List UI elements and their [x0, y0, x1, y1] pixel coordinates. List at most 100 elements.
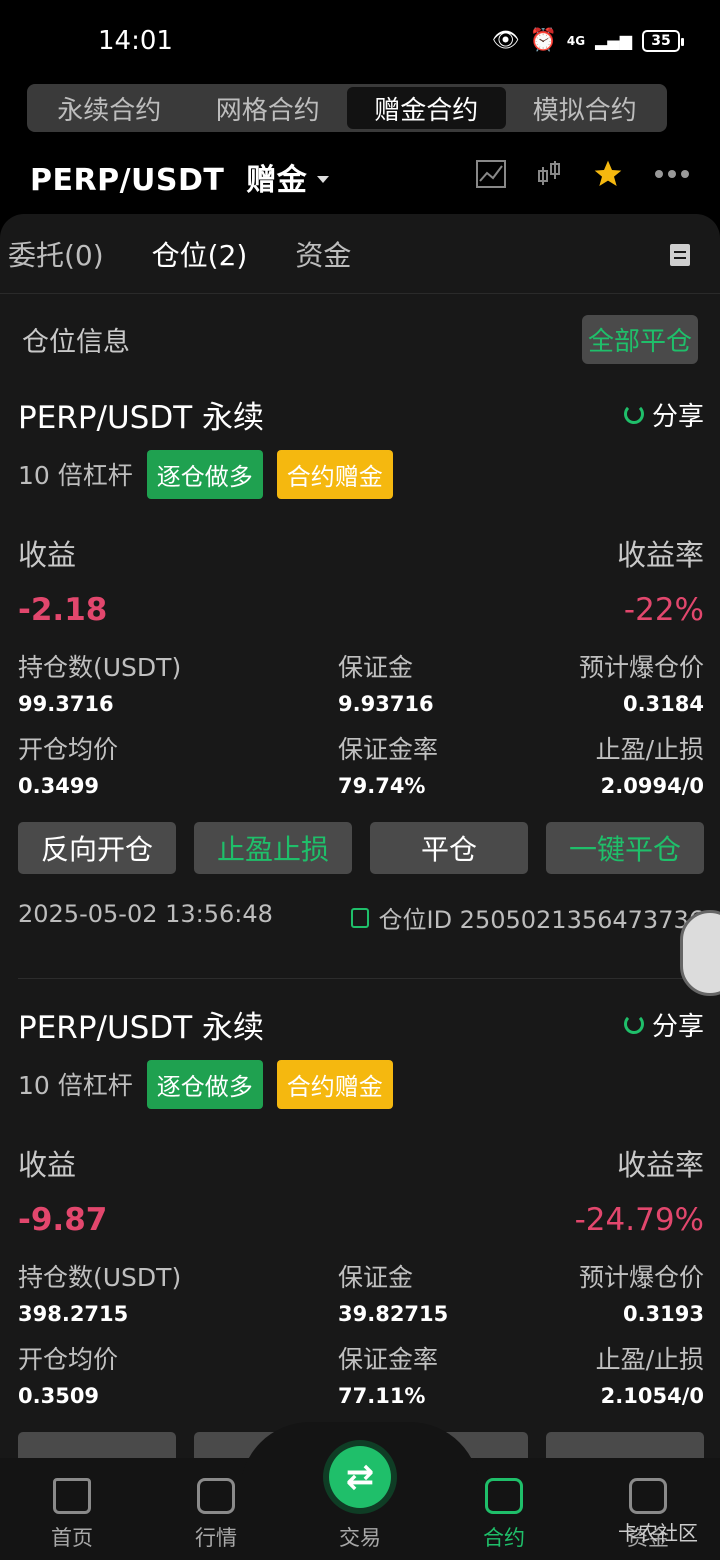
size-value: 99.3716 — [18, 692, 114, 716]
size-label: 持仓数(USDT) — [18, 653, 182, 682]
leverage-label: 10 倍杠杆 — [18, 1071, 133, 1100]
margin-rate-value: 79.74% — [338, 774, 426, 798]
margin-value: 39.82715 — [338, 1302, 449, 1326]
status-bar: 14:01 👁 ⏰ 4G ▂▄▆ 35 — [0, 0, 720, 80]
mode-tag: 逐仓做多 — [146, 1059, 263, 1109]
close-position-button[interactable]: 平仓 — [370, 822, 528, 874]
liq-price-value: 0.3193 — [622, 1302, 704, 1326]
tpsl-value: 2.1054/0 — [600, 1384, 704, 1408]
margin-label: 保证金 — [338, 1263, 414, 1292]
share-icon — [623, 404, 644, 424]
pnl-rate-label: 收益率 — [616, 538, 704, 572]
share-label: 分享 — [651, 1011, 704, 1042]
liq-price-value: 0.3184 — [622, 692, 704, 716]
info-title: 仓位信息 — [22, 326, 130, 358]
tpsl-button[interactable]: 止盈止损 — [194, 822, 352, 874]
positions-panel: 委托(0) 仓位(2) 资金 仓位信息 全部平仓 PERP/USDT 永续 分享… — [0, 214, 720, 1464]
pnl-value: -9.87 — [18, 1202, 108, 1238]
nav-label: 合约 — [483, 1526, 525, 1550]
wallet-icon — [629, 1478, 667, 1514]
contract-icon — [485, 1478, 523, 1514]
pnl-value: -2.18 — [18, 592, 108, 628]
liq-price-label: 预计爆仓价 — [578, 653, 704, 682]
nav-label: 交易 — [339, 1526, 381, 1550]
floating-avatar[interactable] — [680, 910, 720, 996]
chart-icon[interactable] — [476, 160, 506, 188]
position-name: PERP/USDT 永续 — [18, 399, 264, 436]
size-label: 持仓数(USDT) — [18, 1263, 182, 1292]
share-button[interactable]: 分享 — [623, 1006, 704, 1043]
entry-price-value: 0.3499 — [18, 774, 100, 798]
nav-label: 首页 — [51, 1526, 93, 1550]
pair-title[interactable]: PERP/USDT 赠金 — [30, 155, 307, 199]
margin-rate-label: 保证金率 — [338, 1345, 439, 1374]
margin-rate-label: 保证金率 — [338, 735, 439, 764]
size-value: 398.2715 — [18, 1302, 129, 1326]
battery-level: 35 — [651, 32, 671, 49]
signal-icon: 4G — [566, 33, 586, 48]
status-icons: 👁 ⏰ 4G ▂▄▆ 35 — [491, 28, 684, 53]
battery-icon: 35 — [642, 29, 684, 52]
tab-grid[interactable]: 网格合约 — [189, 87, 348, 129]
bonus-tag: 合约赠金 — [276, 1059, 393, 1109]
pair-tools — [476, 158, 690, 190]
position-card: PERP/USDT 永续 分享 10 倍杠杆 逐仓做多 合约赠金 收益 收益率 … — [18, 392, 704, 935]
margin-value: 9.93716 — [338, 692, 434, 716]
margin-rate-value: 77.11% — [338, 1384, 426, 1408]
close-all-button[interactable]: 全部平仓 — [581, 314, 698, 364]
watermark: 卡农社区 — [618, 1521, 698, 1545]
tpsl-label: 止盈/止损 — [595, 1345, 704, 1374]
leverage-label: 10 倍杠杆 — [18, 461, 133, 490]
tab-perpetual[interactable]: 永续合约 — [30, 87, 189, 129]
pnl-rate-value: -22% — [623, 592, 704, 628]
position-time: 2025-05-02 13:56:48 — [18, 900, 273, 928]
tab-bonus[interactable]: 赠金合约 — [347, 87, 506, 129]
eye-icon: 👁 — [491, 28, 520, 53]
liq-price-label: 预计爆仓价 — [578, 1263, 704, 1292]
position-id-row[interactable]: 仓位ID 2505021356473736 — [350, 900, 705, 935]
swap-icon[interactable]: ⇄ — [329, 1446, 391, 1508]
star-icon[interactable] — [592, 158, 624, 190]
tab-funds[interactable]: 资金 — [295, 234, 351, 274]
more-icon[interactable] — [654, 169, 690, 179]
divider — [18, 978, 720, 979]
market-icon — [197, 1478, 235, 1514]
tab-orders[interactable]: 委托(0) — [8, 234, 104, 274]
home-icon — [53, 1478, 91, 1514]
entry-price-label: 开仓均价 — [18, 1345, 119, 1374]
bonus-tag: 合约赠金 — [276, 449, 393, 499]
list-icon[interactable] — [670, 244, 690, 266]
alarm-icon: ⏰ — [529, 28, 557, 53]
position-id: 仓位ID 2505021356473736 — [378, 906, 705, 934]
tab-simulated[interactable]: 模拟合约 — [506, 87, 665, 129]
tab-positions[interactable]: 仓位(2) — [152, 234, 248, 274]
margin-label: 保证金 — [338, 653, 414, 682]
tpsl-value: 2.0994/0 — [600, 774, 704, 798]
pnl-label: 收益 — [18, 1148, 77, 1182]
share-label: 分享 — [651, 401, 704, 432]
nav-home[interactable]: 首页 — [0, 1478, 144, 1552]
nav-market[interactable]: 行情 — [144, 1478, 288, 1552]
share-icon — [623, 1014, 644, 1034]
pnl-rate-value: -24.79% — [574, 1202, 704, 1238]
chevron-down-icon[interactable] — [317, 175, 330, 183]
position-card: PERP/USDT 永续 分享 10 倍杠杆 逐仓做多 合约赠金 收益 收益率 … — [18, 1002, 704, 1464]
entry-price-value: 0.3509 — [18, 1384, 100, 1408]
position-name: PERP/USDT 永续 — [18, 1009, 264, 1046]
share-button[interactable]: 分享 — [623, 396, 704, 433]
quick-close-button[interactable]: 一键平仓 — [546, 822, 704, 874]
bottom-nav: 首页 行情 交易 合约 资金 ⇄ 卡农社区 — [0, 1422, 720, 1560]
pair-selector[interactable]: PERP/USDT 赠金 — [30, 150, 690, 204]
nav-contract[interactable]: 合约 — [432, 1478, 576, 1552]
status-time: 14:01 — [98, 26, 173, 56]
copy-icon[interactable] — [350, 907, 369, 928]
reverse-open-button[interactable]: 反向开仓 — [18, 822, 176, 874]
nav-label: 行情 — [195, 1526, 237, 1550]
mode-tag: 逐仓做多 — [146, 449, 263, 499]
tpsl-label: 止盈/止损 — [595, 735, 704, 764]
candlestick-icon[interactable] — [536, 159, 562, 189]
pnl-rate-label: 收益率 — [616, 1148, 704, 1182]
mode-tabs: 永续合约 网格合约 赠金合约 模拟合约 — [27, 84, 667, 132]
signal-bars-icon: ▂▄▆ — [595, 31, 632, 50]
pnl-label: 收益 — [18, 538, 77, 572]
